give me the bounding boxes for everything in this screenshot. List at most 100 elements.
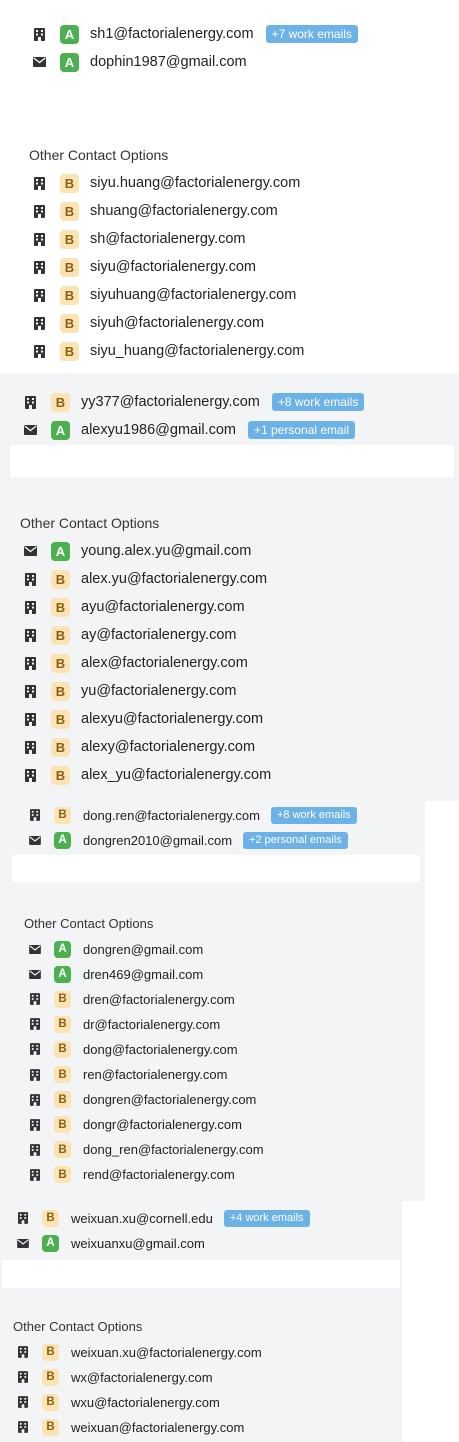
building-icon — [28, 808, 42, 822]
email-address[interactable]: dong.ren@factorialenergy.com — [83, 808, 260, 823]
more-emails-pill[interactable]: +2 personal emails — [243, 831, 348, 849]
other-contact-row[interactable]: Bren@factorialenergy.com — [28, 1064, 227, 1086]
email-address[interactable]: sh1@factorialenergy.com — [90, 26, 254, 42]
other-contact-row[interactable]: Adren469@gmail.com — [28, 963, 203, 985]
email-address[interactable]: dr@factorialenergy.com — [83, 1017, 220, 1032]
email-address[interactable]: alex@factorialenergy.com — [81, 655, 248, 671]
other-contact-row[interactable]: Bdr@factorialenergy.com — [28, 1013, 220, 1035]
building-icon — [23, 572, 37, 586]
email-address[interactable]: weixuan@factorialenergy.com — [71, 1420, 244, 1435]
building-icon — [23, 395, 37, 409]
primary-email-row[interactable]: A dongren2010@gmail.com +2 personal emai… — [28, 829, 348, 851]
building-icon — [28, 1118, 42, 1132]
divider-strip — [10, 445, 454, 477]
other-contact-row[interactable]: Bayu@factorialenergy.com — [23, 596, 245, 618]
email-address[interactable]: siyu_huang@factorialenergy.com — [90, 343, 304, 359]
badge-b: B — [54, 990, 71, 1008]
other-contact-row[interactable]: Brend@factorialenergy.com — [28, 1164, 235, 1186]
other-contact-row[interactable]: Bweixuan@factorialenergy.com — [16, 1416, 244, 1438]
building-icon — [28, 1042, 42, 1056]
primary-email-row[interactable]: A weixuanxu@gmail.com — [16, 1232, 205, 1254]
email-address[interactable]: alex_yu@factorialenergy.com — [81, 767, 271, 783]
other-contact-row[interactable]: Bdong@factorialenergy.com — [28, 1038, 238, 1060]
email-address[interactable]: dophin1987@gmail.com — [90, 54, 247, 70]
building-icon — [32, 316, 46, 330]
email-address[interactable]: dongr@factorialenergy.com — [83, 1117, 242, 1132]
email-address[interactable]: dongren@gmail.com — [83, 942, 203, 957]
email-address[interactable]: dren469@gmail.com — [83, 967, 203, 982]
email-address[interactable]: yu@factorialenergy.com — [81, 683, 237, 699]
badge-b: B — [54, 1116, 71, 1134]
email-address[interactable]: weixuan.xu@factorialenergy.com — [71, 1345, 262, 1360]
email-address[interactable]: weixuan.xu@cornell.edu — [71, 1211, 213, 1226]
other-contact-row[interactable]: Balex@factorialenergy.com — [23, 652, 248, 674]
other-contact-row[interactable]: Bdren@factorialenergy.com — [28, 988, 235, 1010]
other-contact-row[interactable]: Bsiyuhuang@factorialenergy.com — [32, 284, 296, 306]
email-address[interactable]: yy377@factorialenergy.com — [81, 394, 260, 410]
badge-b: B — [51, 681, 70, 701]
email-address[interactable]: siyu@factorialenergy.com — [90, 259, 256, 275]
email-address[interactable]: dong_ren@factorialenergy.com — [83, 1142, 264, 1157]
other-contact-row[interactable]: Bsiyu@factorialenergy.com — [32, 256, 256, 278]
other-contact-row[interactable]: Adongren@gmail.com — [28, 938, 203, 960]
more-emails-pill[interactable]: +4 work emails — [223, 1209, 310, 1227]
email-address[interactable]: dongren@factorialenergy.com — [83, 1092, 256, 1107]
email-address[interactable]: dren@factorialenergy.com — [83, 992, 235, 1007]
email-address[interactable]: young.alex.yu@gmail.com — [81, 543, 251, 559]
email-address[interactable]: rend@factorialenergy.com — [83, 1167, 235, 1182]
more-emails-pill[interactable]: +7 work emails — [265, 25, 358, 43]
other-contact-row[interactable]: Bshuang@factorialenergy.com — [32, 200, 278, 222]
badge-b: B — [51, 625, 70, 645]
other-contact-row[interactable]: Bsiyuh@factorialenergy.com — [32, 312, 264, 334]
other-contact-row[interactable]: Bay@factorialenergy.com — [23, 624, 237, 646]
other-contact-row[interactable]: Bdongr@factorialenergy.com — [28, 1114, 242, 1136]
primary-email-row[interactable]: A sh1@factorialenergy.com +7 work emails — [32, 23, 358, 45]
badge-a: A — [54, 965, 71, 983]
building-icon — [23, 684, 37, 698]
email-address[interactable]: dongren2010@gmail.com — [83, 833, 232, 848]
other-contact-row[interactable]: Bsiyu.huang@factorialenergy.com — [32, 172, 300, 194]
email-address[interactable]: alex.yu@factorialenergy.com — [81, 571, 267, 587]
badge-b: B — [51, 737, 70, 757]
building-icon — [28, 1017, 42, 1031]
more-emails-pill[interactable]: +8 work emails — [271, 393, 365, 411]
email-address[interactable]: weixuanxu@gmail.com — [71, 1236, 205, 1251]
email-address[interactable]: alexyu@factorialenergy.com — [81, 711, 263, 727]
email-address[interactable]: alexyu1986@gmail.com — [81, 422, 236, 438]
more-emails-pill[interactable]: +8 work emails — [271, 806, 357, 824]
email-address[interactable]: siyuhuang@factorialenergy.com — [90, 287, 296, 303]
more-emails-pill[interactable]: +1 personal email — [247, 421, 356, 439]
email-address[interactable]: ren@factorialenergy.com — [83, 1067, 227, 1082]
envelope-icon — [28, 967, 42, 981]
other-contact-row[interactable]: Bsh@factorialenergy.com — [32, 228, 246, 250]
other-contact-row[interactable]: Bsiyu_huang@factorialenergy.com — [32, 340, 304, 362]
email-address[interactable]: dong@factorialenergy.com — [83, 1042, 238, 1057]
email-address[interactable]: alexy@factorialenergy.com — [81, 739, 255, 755]
other-contact-row[interactable]: Bdong_ren@factorialenergy.com — [28, 1139, 264, 1161]
email-address[interactable]: shuang@factorialenergy.com — [90, 203, 278, 219]
primary-email-row[interactable]: A dophin1987@gmail.com — [32, 51, 247, 73]
primary-email-row[interactable]: B dong.ren@factorialenergy.com +8 work e… — [28, 804, 357, 826]
email-address[interactable]: sh@factorialenergy.com — [90, 231, 246, 247]
other-contact-row[interactable]: Balexyu@factorialenergy.com — [23, 708, 263, 730]
primary-email-row[interactable]: A alexyu1986@gmail.com +1 personal email — [23, 419, 356, 441]
other-contact-row[interactable]: Balexy@factorialenergy.com — [23, 736, 255, 758]
email-address[interactable]: wx@factorialenergy.com — [71, 1370, 213, 1385]
other-contact-row[interactable]: Bdongren@factorialenergy.com — [28, 1089, 256, 1111]
email-address[interactable]: ay@factorialenergy.com — [81, 627, 237, 643]
building-icon — [32, 344, 46, 358]
email-address[interactable]: wxu@factorialenergy.com — [71, 1395, 220, 1410]
other-contact-row[interactable]: Bwx@factorialenergy.com — [16, 1366, 213, 1388]
primary-email-row[interactable]: B yy377@factorialenergy.com +8 work emai… — [23, 391, 365, 413]
other-contact-row[interactable]: Ayoung.alex.yu@gmail.com — [23, 540, 251, 562]
other-contact-row[interactable]: Balex.yu@factorialenergy.com — [23, 568, 267, 590]
other-contact-row[interactable]: Byu@factorialenergy.com — [23, 680, 237, 702]
email-address[interactable]: siyu.huang@factorialenergy.com — [90, 175, 300, 191]
email-address[interactable]: ayu@factorialenergy.com — [81, 599, 245, 615]
other-contact-row[interactable]: Bweixuan.xu@factorialenergy.com — [16, 1341, 262, 1363]
email-address[interactable]: siyuh@factorialenergy.com — [90, 315, 264, 331]
other-contact-row[interactable]: Bwxu@factorialenergy.com — [16, 1391, 220, 1413]
other-contact-row[interactable]: Balex_yu@factorialenergy.com — [23, 764, 271, 786]
primary-email-row[interactable]: B weixuan.xu@cornell.edu +4 work emails — [16, 1207, 310, 1229]
contact-card-4: B weixuan.xu@cornell.edu +4 work emails … — [0, 1201, 402, 1442]
